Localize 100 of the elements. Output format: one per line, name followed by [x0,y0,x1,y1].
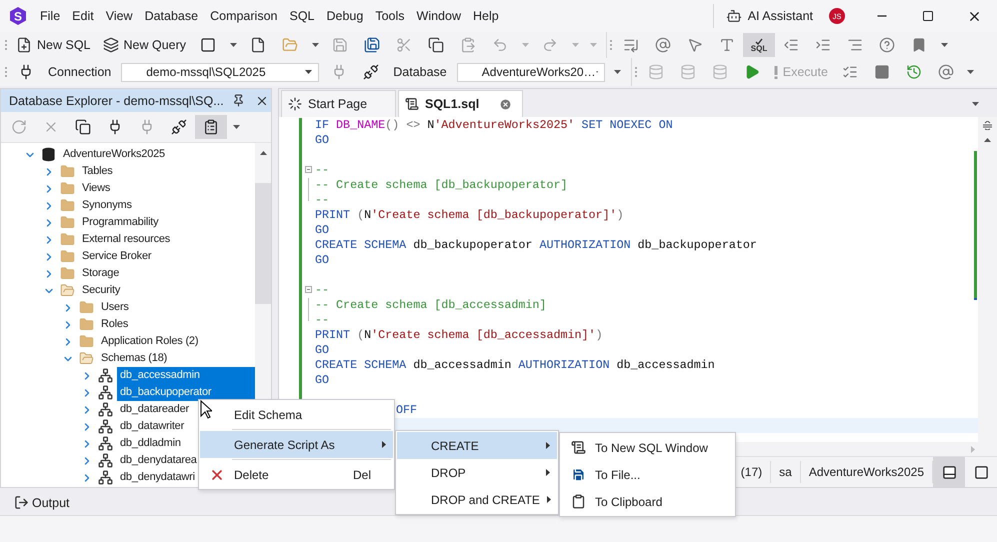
tree-item[interactable]: AdventureWorks2025 [60,146,168,163]
robot-icon [726,8,742,24]
collapse-icon [75,119,91,135]
menu-item[interactable]: Window [410,5,467,27]
hierarchy-icon [98,368,113,383]
hierarchy-icon [98,453,113,468]
code-line: CREATE SCHEMA db_accessadmin AUTHORIZATION db_accessadmin [315,358,715,373]
layout-button[interactable] [933,457,965,487]
tree-item[interactable]: Tables [79,163,116,180]
menu-item[interactable]: Tools [369,5,411,27]
menu-item[interactable]: Database [138,5,204,27]
fold-toggle[interactable] [305,166,312,173]
tree-item[interactable]: Security [79,282,124,299]
combo-box[interactable]: demo-mssql\SQL2025 [121,62,320,82]
database-icon [680,64,696,80]
app-logo: S [8,6,28,26]
tree-item[interactable]: Programmability [79,214,162,231]
toolbar-grip[interactable] [634,66,637,78]
toolbar-grip[interactable] [610,39,612,51]
start-page-icon [288,97,302,111]
editor-tab[interactable]: SQL1.sql [398,90,524,117]
split-handle-icon[interactable] [983,121,992,130]
tree-item[interactable]: db_denydatarea [117,452,200,469]
toolbar-label: Connection [47,65,112,79]
folder-icon [60,198,75,213]
menu-item[interactable]: File [34,5,66,27]
tree-item[interactable]: External resources [79,231,174,248]
tree-item[interactable]: db_backupoperator [117,384,255,401]
tree-item[interactable]: Schemas (18) [98,350,170,367]
icon-button[interactable] [195,115,227,139]
hierarchy-icon [98,419,113,434]
menu-item[interactable]: DROP [397,459,557,486]
tree-item[interactable]: Users [98,299,132,316]
list-icon [623,37,640,53]
tree-item[interactable]: db_datareader [117,401,192,418]
stop-icon [874,64,890,80]
tree-item[interactable]: Synonyms [79,197,135,214]
output-button[interactable]: Output [12,495,72,510]
menu-item[interactable]: View [100,5,139,27]
tree-item[interactable]: Application Roles (2) [98,333,202,350]
at-sign-icon [655,37,672,53]
caret-icon [232,125,240,129]
tree-item[interactable]: Storage [79,265,122,282]
code-line: CREATE SCHEMA db_backupoperator AUTHORIZATION db_backupoperator [315,238,757,253]
folder-icon [79,317,94,332]
editor-tab[interactable]: Start Page [281,90,396,117]
menu-item[interactable]: Delete Del [200,461,393,488]
combo-box[interactable]: AdventureWorks20… [456,62,605,82]
at-sign-icon [938,64,954,80]
tree-item[interactable]: db_ddladmin [117,435,184,452]
tree-item[interactable]: Service Broker [79,248,154,265]
menu-item[interactable]: To File... [561,461,734,488]
code-line: -- [315,313,330,328]
folder-icon [60,266,75,281]
redo-icon [542,37,558,53]
tree-item[interactable]: Roles [98,316,132,333]
bookmark-icon [911,37,928,53]
play-icon [744,64,760,80]
submenu-arrow-icon [382,441,386,448]
database-icon [712,64,728,80]
undo-icon [492,37,508,53]
hierarchy-icon [98,402,113,417]
tree-item[interactable]: db_accessadmin [117,367,255,384]
caret-icon [940,43,948,47]
folder-icon [60,232,75,247]
menu-item[interactable]: DROP and CREATE [397,486,557,513]
menu-item[interactable]: CREATE [397,432,557,459]
clipboard-icon [570,494,586,509]
menu-item[interactable]: SQL [283,5,320,27]
menu-item[interactable]: Debug [320,5,370,27]
copy-icon [428,37,444,53]
sql-toggle-button[interactable]: SQL [743,33,776,57]
submenu-arrow-icon [546,442,550,449]
menu-item[interactable]: Generate Script As [200,431,393,458]
scroll-up-arrow-icon[interactable] [984,138,991,142]
scroll-up-arrow-icon[interactable] [260,151,266,155]
scissors-icon [396,37,412,53]
tree-item[interactable]: Views [79,180,114,197]
menu-item[interactable]: Comparison [204,5,284,27]
layers-icon [102,37,118,53]
toolbar-button[interactable]: New Query [96,33,192,57]
menu-item[interactable]: Help [467,5,505,27]
script-icon [405,97,419,111]
toolbar-button[interactable]: New SQL [10,33,96,57]
code-line: -- [315,163,330,178]
close-tab-icon[interactable] [499,98,512,110]
square-icon [974,464,988,480]
submenu-arrow-icon [546,496,551,503]
file-icon [250,37,266,53]
code-line: GO [315,253,330,268]
menu-item[interactable]: To Clipboard [561,488,734,515]
tree-item[interactable]: db_denydatawri [117,469,198,486]
menu-item[interactable]: Edit [66,5,100,27]
tree-item[interactable]: db_datawriter [117,418,188,435]
code-line: GO [315,373,330,388]
folder-icon [60,215,75,230]
fold-toggle[interactable] [305,286,312,293]
ai-assistant-button[interactable]: AI Assistant [712,4,825,28]
database-icon [41,147,56,162]
menu-item[interactable]: To New SQL Window [561,434,734,461]
